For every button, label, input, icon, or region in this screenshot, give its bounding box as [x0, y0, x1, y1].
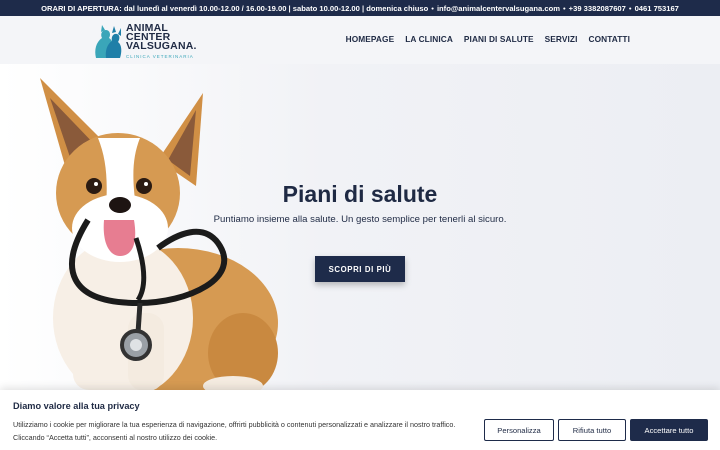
hero-title-text: Piani di salute: [282, 181, 438, 207]
logo-word-3: VALSUGANA.: [126, 39, 197, 52]
phone-link-mobile[interactable]: +39 3382087607: [569, 4, 626, 13]
hero-section: Piani di salute Puntiamo insieme alla sa…: [0, 64, 720, 394]
nav-item-piani-di-salute[interactable]: PIANI DI SALUTE: [464, 34, 534, 44]
main-navigation: HOMEPAGE LA CLINICA PIANI DI SALUTE SERV…: [346, 34, 630, 44]
nav-item-servizi[interactable]: SERVIZI: [545, 34, 578, 44]
site-logo[interactable]: ANIMAL CENTER VALSUGANA. CLINICA VETERIN…: [92, 22, 212, 62]
separator: •: [628, 3, 632, 13]
cookie-reject-all-button[interactable]: Rifiuta tutto: [558, 419, 626, 441]
top-info-bar: ORARI DI APERTURA: dal lunedì al venerdì…: [0, 0, 720, 16]
cookie-customize-button[interactable]: Personalizza: [484, 419, 554, 441]
corgi-with-stethoscope-image: [40, 78, 278, 394]
separator: •: [431, 3, 434, 13]
nav-item-contatti[interactable]: CONTATTI: [588, 34, 630, 44]
cookie-banner-title: Diamo valore alla tua privacy: [13, 401, 140, 411]
logo-animals-icon: [92, 24, 124, 60]
phone-link-landline[interactable]: 0461 753167: [635, 4, 679, 13]
cookie-accept-all-button[interactable]: Accettare tutto: [630, 419, 708, 441]
cookie-consent-banner: Diamo valore alla tua privacy Utilizziam…: [0, 390, 720, 450]
nav-item-la-clinica[interactable]: LA CLINICA: [405, 34, 453, 44]
nav-item-homepage[interactable]: HOMEPAGE: [346, 34, 395, 44]
logo-tagline: CLINICA VETERINARIA: [126, 53, 194, 59]
hero-subtitle: Puntiamo insieme alla salute. Un gesto s…: [213, 214, 507, 225]
opening-hours: ORARI DI APERTURA: dal lunedì al venerdì…: [41, 3, 429, 13]
discover-more-button[interactable]: SCOPRI DI PIÙ: [315, 256, 405, 282]
hero-title: Piani di salute: [0, 181, 720, 208]
site-header: ANIMAL CENTER VALSUGANA. CLINICA VETERIN…: [0, 16, 720, 64]
separator: •: [562, 3, 566, 13]
email-link[interactable]: info@animalcentervalsugana.com: [437, 4, 560, 13]
cookie-banner-text: Utilizziamo i cookie per migliorare la t…: [13, 420, 456, 442]
